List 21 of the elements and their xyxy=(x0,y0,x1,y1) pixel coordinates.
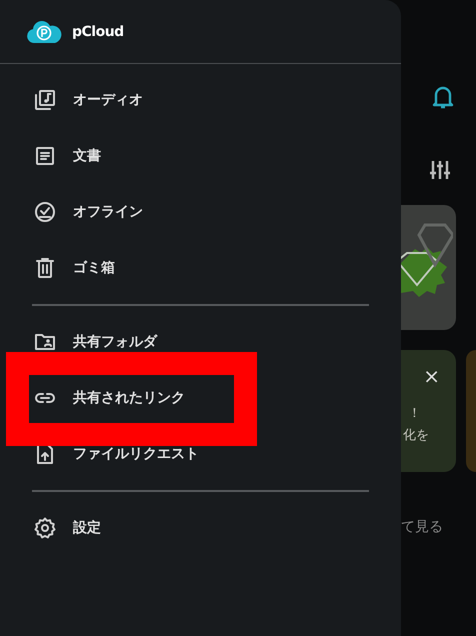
close-button[interactable]: × xyxy=(423,366,440,386)
music-library-icon xyxy=(33,88,57,112)
card-text: ！ xyxy=(408,405,421,422)
app-name: pCloud xyxy=(72,24,124,40)
menu-item[interactable]: 文書 xyxy=(0,128,401,184)
menu-item[interactable]: 設定 xyxy=(0,500,401,556)
settings-icon xyxy=(33,516,57,540)
trash-icon xyxy=(33,256,57,280)
menu-item[interactable]: ファイルリクエスト xyxy=(0,426,401,482)
see-more-link[interactable]: て見る xyxy=(401,518,476,536)
document-icon xyxy=(33,144,57,168)
check-circle-icon xyxy=(33,200,57,224)
menu-item[interactable]: 共有されたリンク xyxy=(0,370,401,426)
menu-item[interactable]: オーディオ xyxy=(0,72,401,128)
sliders-icon[interactable] xyxy=(428,158,452,182)
menu-item[interactable]: オフライン xyxy=(0,184,401,240)
menu-item[interactable]: 共有フォルダ xyxy=(0,314,401,370)
cloud-logo-icon xyxy=(26,20,62,42)
menu-item[interactable]: ゴミ箱 xyxy=(0,240,401,296)
card-text: 化を xyxy=(403,427,429,444)
bell-icon[interactable] xyxy=(432,84,454,110)
